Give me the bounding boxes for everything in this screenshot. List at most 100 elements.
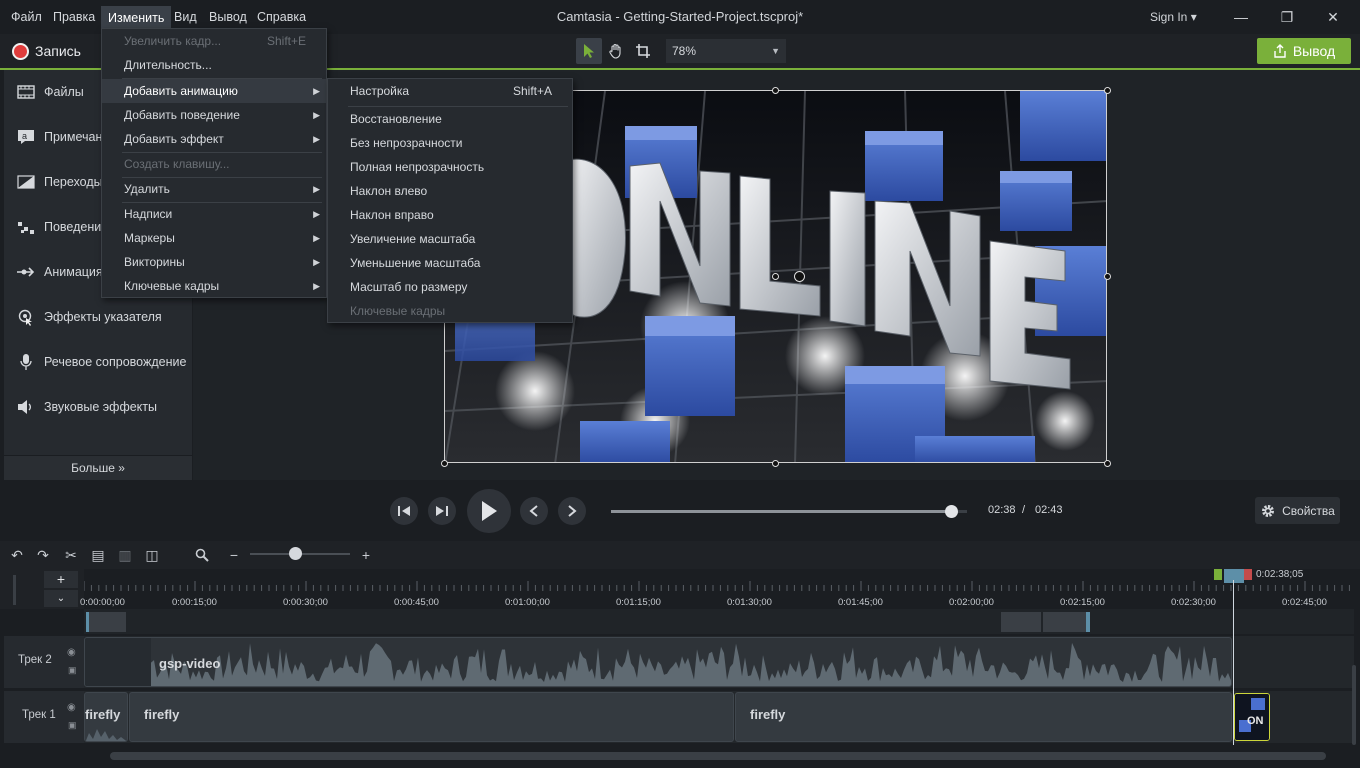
chevron-down-icon[interactable]: ⌄: [44, 590, 78, 607]
in-point-marker[interactable]: [1214, 569, 1222, 580]
timeline-clip-gsp-video[interactable]: gsp-video: [84, 637, 1232, 687]
resize-handle-top[interactable]: [772, 87, 779, 94]
menu-item-keyframes-disabled[interactable]: Ключевые кадры: [328, 299, 572, 323]
undo-icon[interactable]: ↶: [7, 545, 27, 565]
menu-item-restore[interactable]: Восстановление: [328, 107, 572, 131]
add-track-button[interactable]: +: [44, 571, 78, 588]
transition-marker[interactable]: [86, 612, 126, 632]
previous-clip-button[interactable]: [520, 497, 548, 525]
menu-item-full-opacity[interactable]: Полная непрозрачность: [328, 155, 572, 179]
resize-handle-right[interactable]: [1104, 273, 1111, 280]
track-1-header[interactable]: Трек 1 ◉ ▣: [4, 691, 84, 743]
track-height-slider[interactable]: [13, 575, 16, 605]
canvas-zoom-dropdown[interactable]: 78% ▼: [666, 39, 786, 63]
track-label: Трек 2: [18, 654, 52, 666]
properties-button[interactable]: Свойства: [1255, 497, 1340, 524]
paste-icon[interactable]: ▥: [115, 545, 135, 565]
out-point-marker[interactable]: [1244, 569, 1252, 580]
timeline-clip-firefly[interactable]: firefly: [84, 692, 128, 742]
menu-item-scale-to-fit[interactable]: Масштаб по размеру: [328, 275, 572, 299]
gear-icon: [1262, 504, 1275, 517]
timeline-clip-image[interactable]: ON: [1234, 693, 1270, 741]
menu-item-captions[interactable]: Надписи ▶: [102, 202, 326, 226]
rotate-handle[interactable]: [794, 271, 805, 282]
menu-item-create-key[interactable]: Создать клавишу...: [102, 152, 326, 176]
panel-item-audio-effects[interactable]: Звуковые эффекты: [4, 385, 192, 429]
ruler-ticks: [84, 581, 1350, 591]
more-tools-button[interactable]: Больше »: [4, 455, 192, 480]
playhead-handle[interactable]: [1224, 569, 1244, 583]
transitions-strip: [84, 609, 1354, 634]
crop-tool-button[interactable]: [630, 38, 656, 64]
next-frame-button[interactable]: [428, 497, 456, 525]
eye-icon[interactable]: ◉: [67, 647, 76, 658]
export-button[interactable]: Вывод: [1257, 38, 1351, 64]
select-tool-button[interactable]: [576, 38, 602, 64]
panel-item-cursor-effects[interactable]: Эффекты указателя: [4, 295, 192, 339]
resize-handle-top-right[interactable]: [1104, 87, 1111, 94]
pan-tool-button[interactable]: [603, 38, 629, 64]
sign-in-button[interactable]: Sign In ▾: [1150, 0, 1197, 34]
lock-icon[interactable]: ▣: [68, 665, 77, 676]
resize-handle-bottom-left[interactable]: [441, 460, 448, 467]
menu-item-scale-up[interactable]: Увеличение масштаба: [328, 227, 572, 251]
play-button[interactable]: [467, 489, 511, 533]
camtasia-window: Camtasia - Getting-Started-Project.tscpr…: [0, 0, 1360, 768]
next-clip-button[interactable]: [558, 497, 586, 525]
menu-item-add-animation[interactable]: Добавить анимацию ▶: [102, 79, 326, 103]
minimize-button[interactable]: —: [1218, 0, 1264, 34]
transition-marker[interactable]: [1001, 612, 1041, 632]
resize-handle-bottom[interactable]: [772, 460, 779, 467]
behavior-icon: [16, 217, 36, 237]
current-time: 02:38: [988, 504, 1016, 516]
lock-icon[interactable]: ▣: [68, 720, 77, 731]
maximize-button[interactable]: ❐: [1264, 0, 1310, 34]
split-icon[interactable]: ◫: [142, 545, 162, 565]
record-button[interactable]: Запись: [6, 37, 87, 65]
menu-item-add-effect[interactable]: Добавить эффект ▶: [102, 127, 326, 151]
ruler-label: 0:01:45;00: [838, 597, 883, 608]
menu-item-tilt-left[interactable]: Наклон влево: [328, 179, 572, 203]
audio-waveform: [151, 642, 1231, 686]
menu-item-scale-down[interactable]: Уменьшение масштаба: [328, 251, 572, 275]
menu-edit[interactable]: Правка: [46, 0, 102, 34]
menu-item-remove[interactable]: Удалить ▶: [102, 177, 326, 201]
menu-item-zoom-n-pan[interactable]: Увеличить кадр... Shift+E: [102, 29, 326, 53]
timeline-clip-firefly[interactable]: firefly: [735, 692, 1232, 742]
cut-icon[interactable]: ✂: [61, 545, 81, 565]
panel-item-voice-narration[interactable]: Речевое сопровождение: [4, 340, 192, 384]
transition-marker[interactable]: [1043, 612, 1090, 632]
chevron-right-icon: ▶: [313, 209, 320, 219]
track-2-header[interactable]: Трек 2 ◉ ▣: [4, 636, 84, 688]
menu-item-quizzes[interactable]: Викторины ▶: [102, 250, 326, 274]
menu-item-no-opacity[interactable]: Без непрозрачности: [328, 131, 572, 155]
menu-item-custom[interactable]: Настройка Shift+A: [328, 79, 572, 103]
previous-frame-button[interactable]: [390, 497, 418, 525]
svg-text:ON: ON: [1247, 715, 1264, 727]
menu-item-duration[interactable]: Длительность...: [102, 53, 326, 77]
timeline-clip-firefly[interactable]: firefly: [129, 692, 734, 742]
timeline-scrollbar-thumb[interactable]: [110, 752, 1326, 760]
menu-item-add-behavior[interactable]: Добавить поведение ▶: [102, 103, 326, 127]
zoom-out-icon[interactable]: −: [224, 545, 244, 565]
record-label: Запись: [35, 43, 81, 59]
scrubber-handle[interactable]: [945, 505, 958, 518]
timeline-ruler[interactable]: 0:00:00;00 0:00:15;00 0:00:30;00 0:00:45…: [80, 569, 1354, 609]
menu-item-keyframes[interactable]: Ключевые кадры ▶: [102, 274, 326, 298]
copy-icon[interactable]: ▤: [88, 545, 108, 565]
menu-file[interactable]: Файл: [4, 0, 49, 34]
redo-icon[interactable]: ↷: [33, 545, 53, 565]
vertical-scrollbar-thumb[interactable]: [1352, 665, 1356, 745]
eye-icon[interactable]: ◉: [67, 702, 76, 713]
menu-modify[interactable]: Изменить: [101, 6, 172, 30]
menu-item-markers[interactable]: Маркеры ▶: [102, 226, 326, 250]
zoom-in-icon[interactable]: +: [356, 545, 376, 565]
timeline-zoom-handle[interactable]: [289, 547, 302, 560]
menu-item-tilt-right[interactable]: Наклон вправо: [328, 203, 572, 227]
resize-handle-center[interactable]: [772, 273, 779, 280]
magnifier-icon[interactable]: [192, 545, 212, 565]
play-icon: [482, 501, 497, 521]
close-button[interactable]: ✕: [1310, 0, 1356, 34]
resize-handle-bottom-right[interactable]: [1104, 460, 1111, 467]
chevron-down-icon: ▼: [771, 46, 780, 56]
